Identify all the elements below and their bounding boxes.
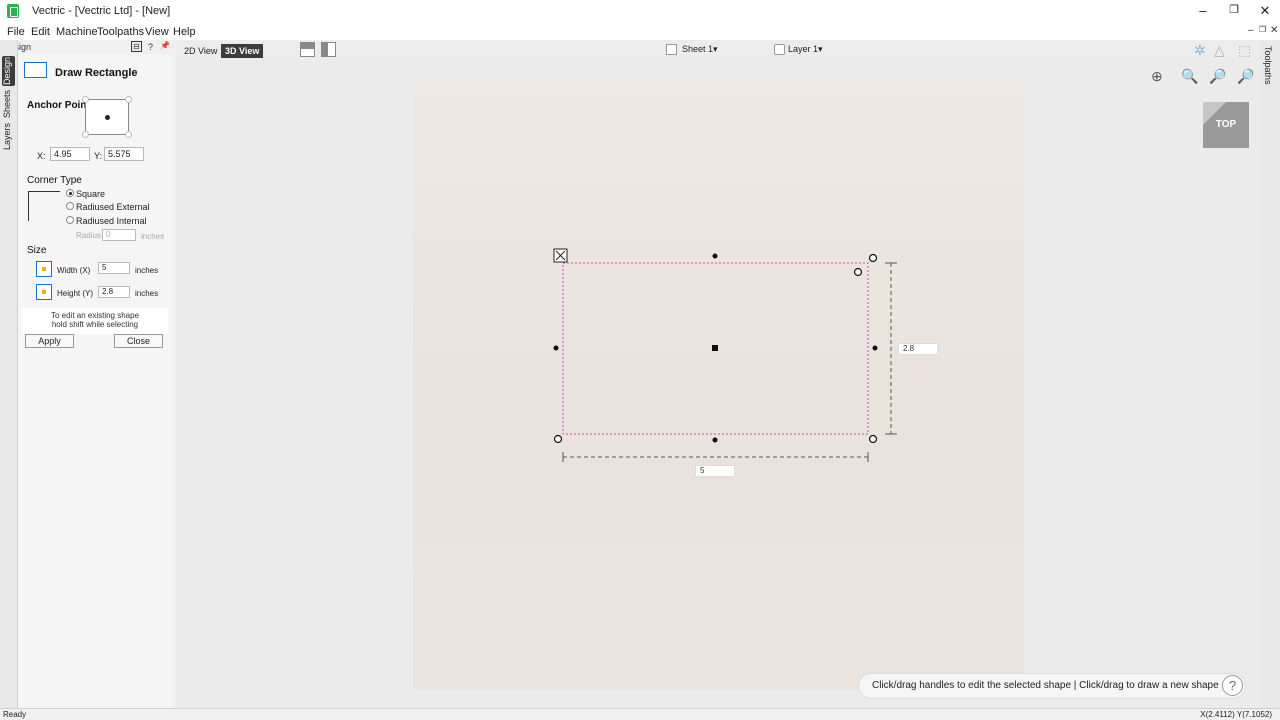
tab-toolpaths[interactable]: Toolpaths (1263, 46, 1273, 85)
status-bar: Ready X(2.4112) Y(7.1052) (0, 708, 1280, 720)
zoom-selection-icon[interactable]: 🔎 (1237, 68, 1254, 85)
hint-text: Click/drag handles to edit the selected … (872, 680, 1219, 691)
view-cube-label: TOP (1215, 119, 1237, 130)
height-dimension-line (885, 262, 897, 435)
right-tab-rail: Toolpaths (1260, 40, 1280, 708)
selection-overlay (553, 248, 897, 462)
status-text: Ready (3, 710, 27, 719)
zoom-box-icon[interactable]: 🔎 (1209, 68, 1226, 85)
cursor-coordinates: X(2.4112) Y(7.1052) (1200, 710, 1272, 719)
width-dimension-line (562, 452, 869, 462)
handle-right (872, 345, 878, 351)
move-cursor-icon (553, 248, 568, 263)
handle-top-right (868, 253, 878, 263)
width-dimension-input[interactable]: 5 (695, 465, 735, 477)
help-button[interactable]: ? (1222, 675, 1243, 696)
hint-bar: Click/drag handles to edit the selected … (858, 673, 1246, 699)
zoom-in-icon[interactable]: 🔍 (1181, 68, 1198, 85)
handle-left (553, 345, 559, 351)
handle-rotate (853, 267, 863, 277)
handle-bottom (712, 437, 718, 443)
handle-center (712, 345, 718, 351)
height-dimension-input[interactable]: 2.8 (898, 343, 938, 355)
handle-bottom-right (868, 434, 878, 444)
handle-top (712, 253, 718, 259)
zoom-extents-icon[interactable]: ⊕ (1151, 68, 1163, 85)
handle-bottom-left (553, 434, 563, 444)
